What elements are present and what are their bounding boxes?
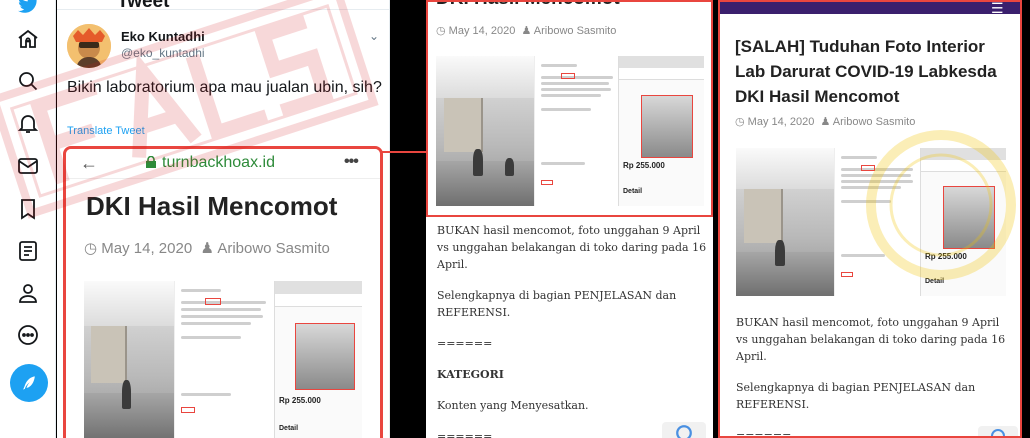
card-comparison-image: Rp 255.000 Detail (84, 281, 362, 438)
clock-icon: ◷ (436, 25, 446, 37)
body-paragraph: Selengkapnya di bagian PENJELASAN dan RE… (736, 381, 976, 411)
right-article-panel: ☰ [SALAH] Tuduhan Foto Interior Lab Daru… (718, 0, 1022, 438)
recaptcha-badge (978, 426, 1018, 436)
seal-watermark (866, 130, 1016, 280)
divider-text: ====== (736, 429, 792, 438)
clock-icon: ◷ (735, 116, 745, 128)
recaptcha-badge (662, 422, 706, 438)
middle-detail-label: Detail (623, 188, 643, 195)
middle-article-meta: ◷ May 14, 2020 ♟ Aribowo Sasmito (436, 24, 616, 37)
right-article-body: BUKAN hasil mencomot, foto unggahan 9 Ap… (736, 314, 1014, 438)
body-paragraph: Selengkapnya di bagian PENJELASAN dan RE… (437, 289, 677, 319)
compose-feather-icon (23, 376, 35, 390)
profile-icon[interactable] (14, 279, 42, 307)
card-price-text: Rp 255.000 (279, 396, 321, 406)
middle-price-text: Rp 255.000 (623, 161, 665, 170)
right-article-date: May 14, 2020 (747, 116, 815, 128)
user-icon: ♟ (820, 116, 831, 128)
more-icon[interactable] (14, 321, 42, 349)
body-paragraph: BUKAN hasil mencomot, foto unggahan 9 Ap… (437, 224, 707, 271)
body-paragraph: BUKAN hasil mencomot, foto unggahan 9 Ap… (736, 316, 1006, 363)
right-article-title: [SALAH] Tuduhan Foto Interior Lab Darura… (735, 37, 997, 106)
hamburger-menu-icon[interactable]: ☰ (991, 2, 1004, 17)
divider-text: ====== (437, 337, 493, 350)
recaptcha-icon (676, 425, 692, 438)
stamp-watermark (0, 0, 379, 219)
middle-article-date: May 14, 2020 (448, 25, 516, 37)
card-detail-label: Detail (279, 425, 299, 432)
middle-article-panel: DKI Hasil Mencomot ◷ May 14, 2020 ♟ Arib… (426, 0, 713, 438)
recaptcha-icon (991, 429, 1005, 436)
middle-article-body: BUKAN hasil mencomot, foto unggahan 9 Ap… (437, 222, 707, 438)
category-text: Konten yang Menyesatkan. (437, 399, 589, 412)
middle-comparison-image: Rp 255.000 Detail (436, 56, 704, 206)
category-heading: KATEGORI (437, 368, 504, 381)
user-icon: ♟ (521, 25, 532, 37)
site-header-bar: ☰ (720, 2, 1020, 17)
compose-tweet-button[interactable] (10, 364, 48, 402)
middle-article-title: DKI Hasil Mencomot (436, 0, 620, 10)
middle-article-author: Aribowo Sasmito (533, 25, 617, 37)
